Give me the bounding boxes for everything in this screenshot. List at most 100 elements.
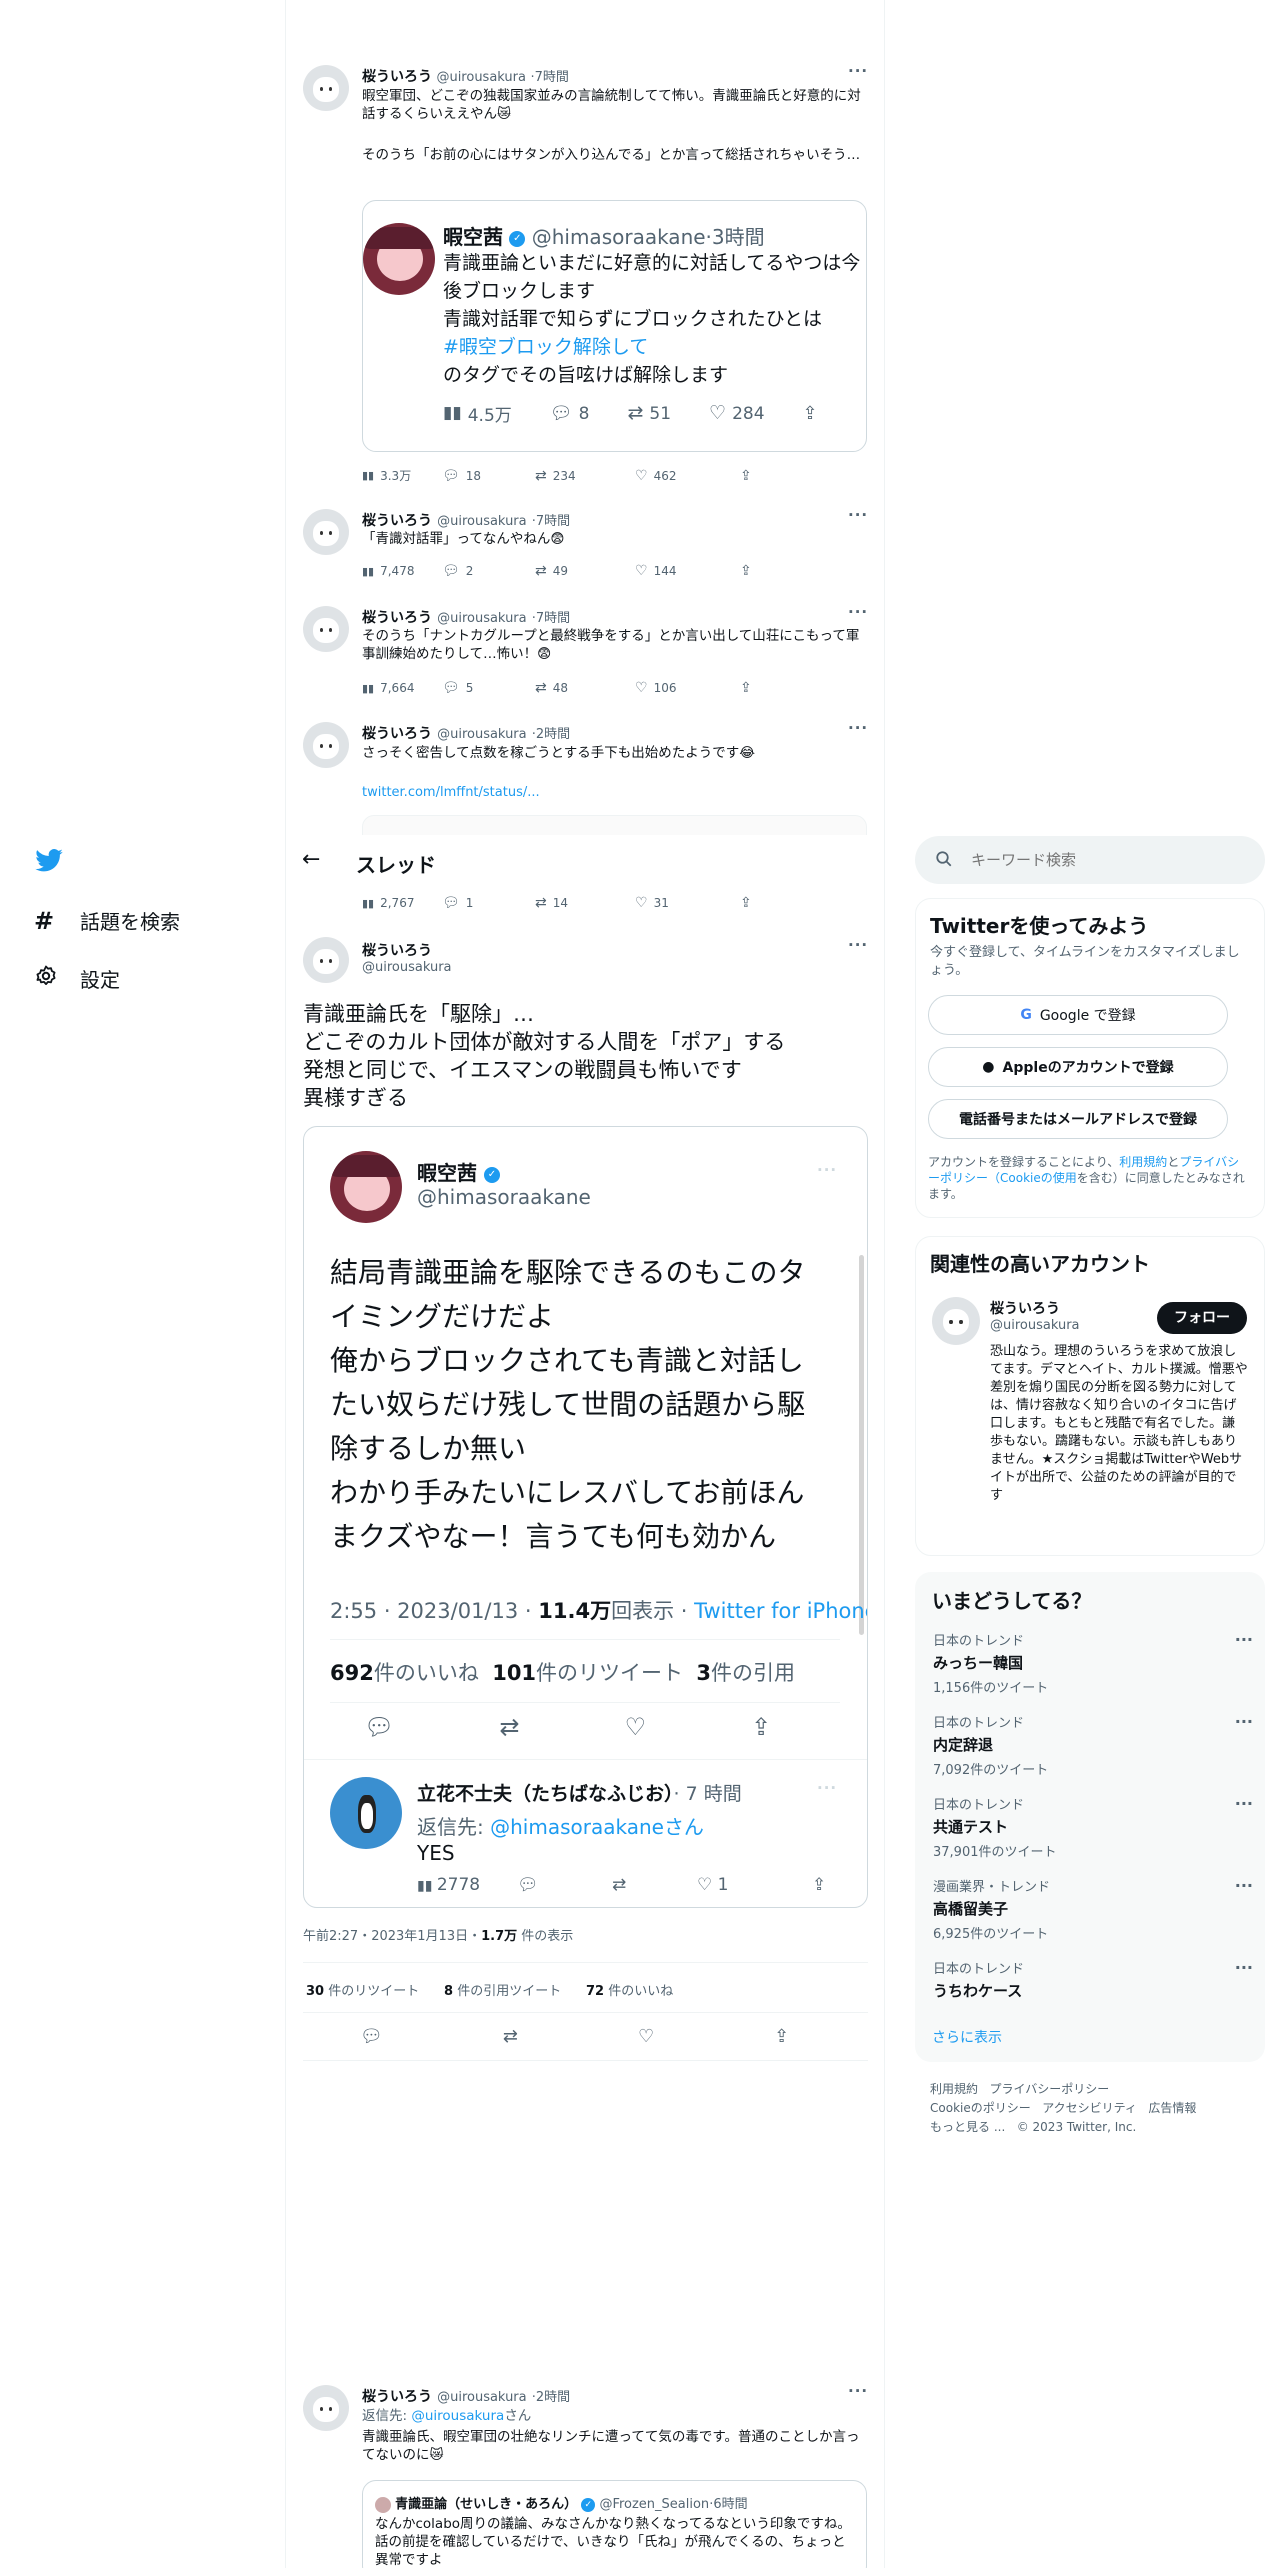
heart-icon[interactable]: ♡: [625, 1713, 647, 1741]
account-name[interactable]: 桜ういろう: [990, 1298, 1060, 1318]
more-icon[interactable]: ···: [1235, 1794, 1253, 1813]
show-more-link[interactable]: さらに表示: [932, 2027, 1002, 2047]
apple-signup-button[interactable]: ● Appleのアカウントで登録: [928, 1047, 1228, 1087]
nav-explore[interactable]: # 話題を検索: [34, 906, 180, 935]
like-button[interactable]: ♡ 144: [635, 564, 740, 578]
terms-link[interactable]: 利用規約: [1119, 1155, 1167, 1169]
more-icon[interactable]: ···: [817, 1161, 837, 1179]
avatar[interactable]: [303, 937, 349, 983]
follow-button[interactable]: フォロー: [1157, 1302, 1247, 1334]
author-name[interactable]: 桜ういろう: [362, 940, 432, 960]
tweet-time[interactable]: 2時間: [536, 727, 570, 742]
reply-icon[interactable]: 💬︎: [364, 1713, 394, 1741]
like-button[interactable]: ♡ 31: [635, 896, 740, 910]
retweet-button[interactable]: ⇄ 234: [535, 467, 635, 484]
author-name[interactable]: 桜ういろう: [362, 2389, 432, 2405]
footer-link[interactable]: プライバシーポリシー: [989, 2082, 1109, 2096]
share-icon[interactable]: ⇪: [812, 1875, 826, 1895]
author-handle[interactable]: @uirousakura: [437, 2390, 527, 2405]
share-button[interactable]: ⇪: [740, 564, 752, 578]
like-button[interactable]: ♡ 1: [697, 1875, 812, 1895]
quoted-tweet[interactable]: 暇空茜 ✓ @himasoraakane·3時間 青識亜論といまだに好意的に対話…: [362, 200, 867, 452]
author-handle[interactable]: @uirousakura: [362, 960, 452, 975]
footer-link[interactable]: もっと見る ...: [930, 2120, 1005, 2134]
tweet-time[interactable]: 7時間: [536, 611, 570, 626]
more-icon[interactable]: ···: [848, 2382, 868, 2400]
account-handle[interactable]: @uirousakura: [990, 1318, 1080, 1333]
author-handle[interactable]: @uirousakura: [436, 70, 526, 85]
more-icon[interactable]: ···: [1235, 1630, 1253, 1649]
trend-item[interactable]: 日本のトレンド 共通テスト 37,901件のツイート ···: [933, 1794, 1253, 1860]
more-icon[interactable]: ···: [817, 1779, 837, 1797]
like-button[interactable]: ♡ 106: [635, 681, 740, 695]
avatar[interactable]: [303, 722, 349, 768]
embed-likes[interactable]: 692: [330, 1661, 374, 1685]
more-icon[interactable]: ···: [848, 936, 868, 954]
share-button[interactable]: ⇪: [740, 896, 752, 910]
retweet-icon[interactable]: ⇄: [503, 2026, 518, 2047]
author-name[interactable]: 桜ういろう: [362, 69, 432, 85]
avatar[interactable]: [303, 509, 349, 555]
phone-signup-button[interactable]: 電話番号またはメールアドレスで登録: [928, 1099, 1228, 1139]
tweet-link[interactable]: twitter.com/lmffnt/status/...: [362, 784, 540, 802]
footer-link[interactable]: 広告情報: [1148, 2101, 1196, 2115]
retweet-button[interactable]: ⇄ 48: [535, 681, 635, 695]
hashtag-link[interactable]: #暇空ブロック解除して: [443, 333, 863, 361]
retweet-button[interactable]: ⇄ 14: [535, 896, 635, 910]
reply-icon[interactable]: 💬︎: [360, 2026, 383, 2047]
author-handle[interactable]: @uirousakura: [437, 611, 527, 626]
trend-item[interactable]: 日本のトレンド うちわケース ···: [933, 1958, 1253, 2001]
trend-item[interactable]: 日本のトレンド 内定辞退 7,092件のツイート ···: [933, 1712, 1253, 1778]
tweet-time[interactable]: 2時間: [536, 2390, 570, 2405]
trend-item[interactable]: 漫画業界・トレンド 高橋留美子 6,925件のツイート ···: [933, 1876, 1253, 1942]
author-handle[interactable]: @uirousakura: [437, 514, 527, 529]
trend-item[interactable]: 日本のトレンド みっちー韓国 1,156件のツイート ···: [933, 1630, 1253, 1696]
like-count[interactable]: 72: [586, 1984, 604, 1999]
avatar[interactable]: [303, 2385, 349, 2431]
reply-button[interactable]: 💬︎ 5: [442, 681, 535, 695]
retweet-icon[interactable]: ⇄: [612, 1875, 697, 1895]
reply-button[interactable]: 💬︎ 8: [550, 401, 590, 426]
search-box[interactable]: [915, 836, 1265, 884]
share-icon[interactable]: ⇪: [774, 2026, 789, 2047]
reply-icon[interactable]: 💬︎: [517, 1875, 612, 1895]
retweet-button[interactable]: ⇄ 51: [627, 401, 671, 426]
embed-rts[interactable]: 101: [492, 1661, 536, 1685]
reply-button[interactable]: 💬︎ 18: [442, 467, 535, 484]
reply-to-link[interactable]: @uirousakura: [411, 2408, 504, 2424]
share-icon[interactable]: ⇪: [751, 1713, 771, 1741]
avatar[interactable]: [932, 1297, 980, 1345]
reply-button[interactable]: 💬︎ 2: [442, 564, 535, 578]
tweet-time[interactable]: 7時間: [536, 514, 570, 529]
like-button[interactable]: ♡ 284: [709, 401, 765, 426]
quote-count[interactable]: 8: [444, 1984, 453, 1999]
embedded-tweet[interactable]: 暇空茜 ✓ @himasoraakane ··· 結局青識亜論を駆除できるのもこ…: [303, 1126, 868, 1908]
google-signup-button[interactable]: G Google で登録: [928, 995, 1228, 1035]
scrollbar[interactable]: [859, 1255, 864, 1635]
embed-time[interactable]: 2:55 · 2023/01/13 ·: [330, 1599, 538, 1623]
footer-link[interactable]: Cookieのポリシー: [930, 2101, 1031, 2115]
quoted-tweet[interactable]: 青識亜論（せいしき・あろん） ✓ @Frozen_Sealion·6時間 なんか…: [362, 2480, 867, 2568]
avatar[interactable]: [303, 65, 349, 111]
more-icon[interactable]: ···: [1235, 1876, 1253, 1895]
more-icon[interactable]: ···: [1235, 1958, 1253, 1977]
like-button[interactable]: ♡ 462: [635, 467, 740, 484]
tweet-timestamp[interactable]: 午前2:27・2023年1月13日・: [303, 1929, 481, 1944]
embed-quotes[interactable]: 3: [696, 1661, 711, 1685]
share-button[interactable]: ⇪: [740, 467, 752, 484]
author-name[interactable]: 桜ういろう: [362, 513, 432, 529]
more-icon[interactable]: ···: [848, 506, 868, 524]
twitter-logo-icon[interactable]: [34, 846, 64, 876]
share-button[interactable]: ⇪: [803, 401, 818, 426]
retweet-count[interactable]: 30: [306, 1984, 324, 1999]
author-name[interactable]: 桜ういろう: [362, 726, 432, 742]
nav-settings[interactable]: 設定: [34, 964, 120, 993]
footer-link[interactable]: 利用規約: [930, 2082, 978, 2096]
footer-link[interactable]: アクセシビリティ: [1042, 2101, 1137, 2115]
embed-source[interactable]: Twitter for iPhone: [694, 1599, 867, 1623]
search-input[interactable]: [971, 848, 1241, 872]
back-arrow-icon[interactable]: ←: [302, 847, 320, 872]
more-icon[interactable]: ···: [1235, 1712, 1253, 1731]
more-icon[interactable]: ···: [848, 603, 868, 621]
more-icon[interactable]: ···: [848, 62, 868, 80]
